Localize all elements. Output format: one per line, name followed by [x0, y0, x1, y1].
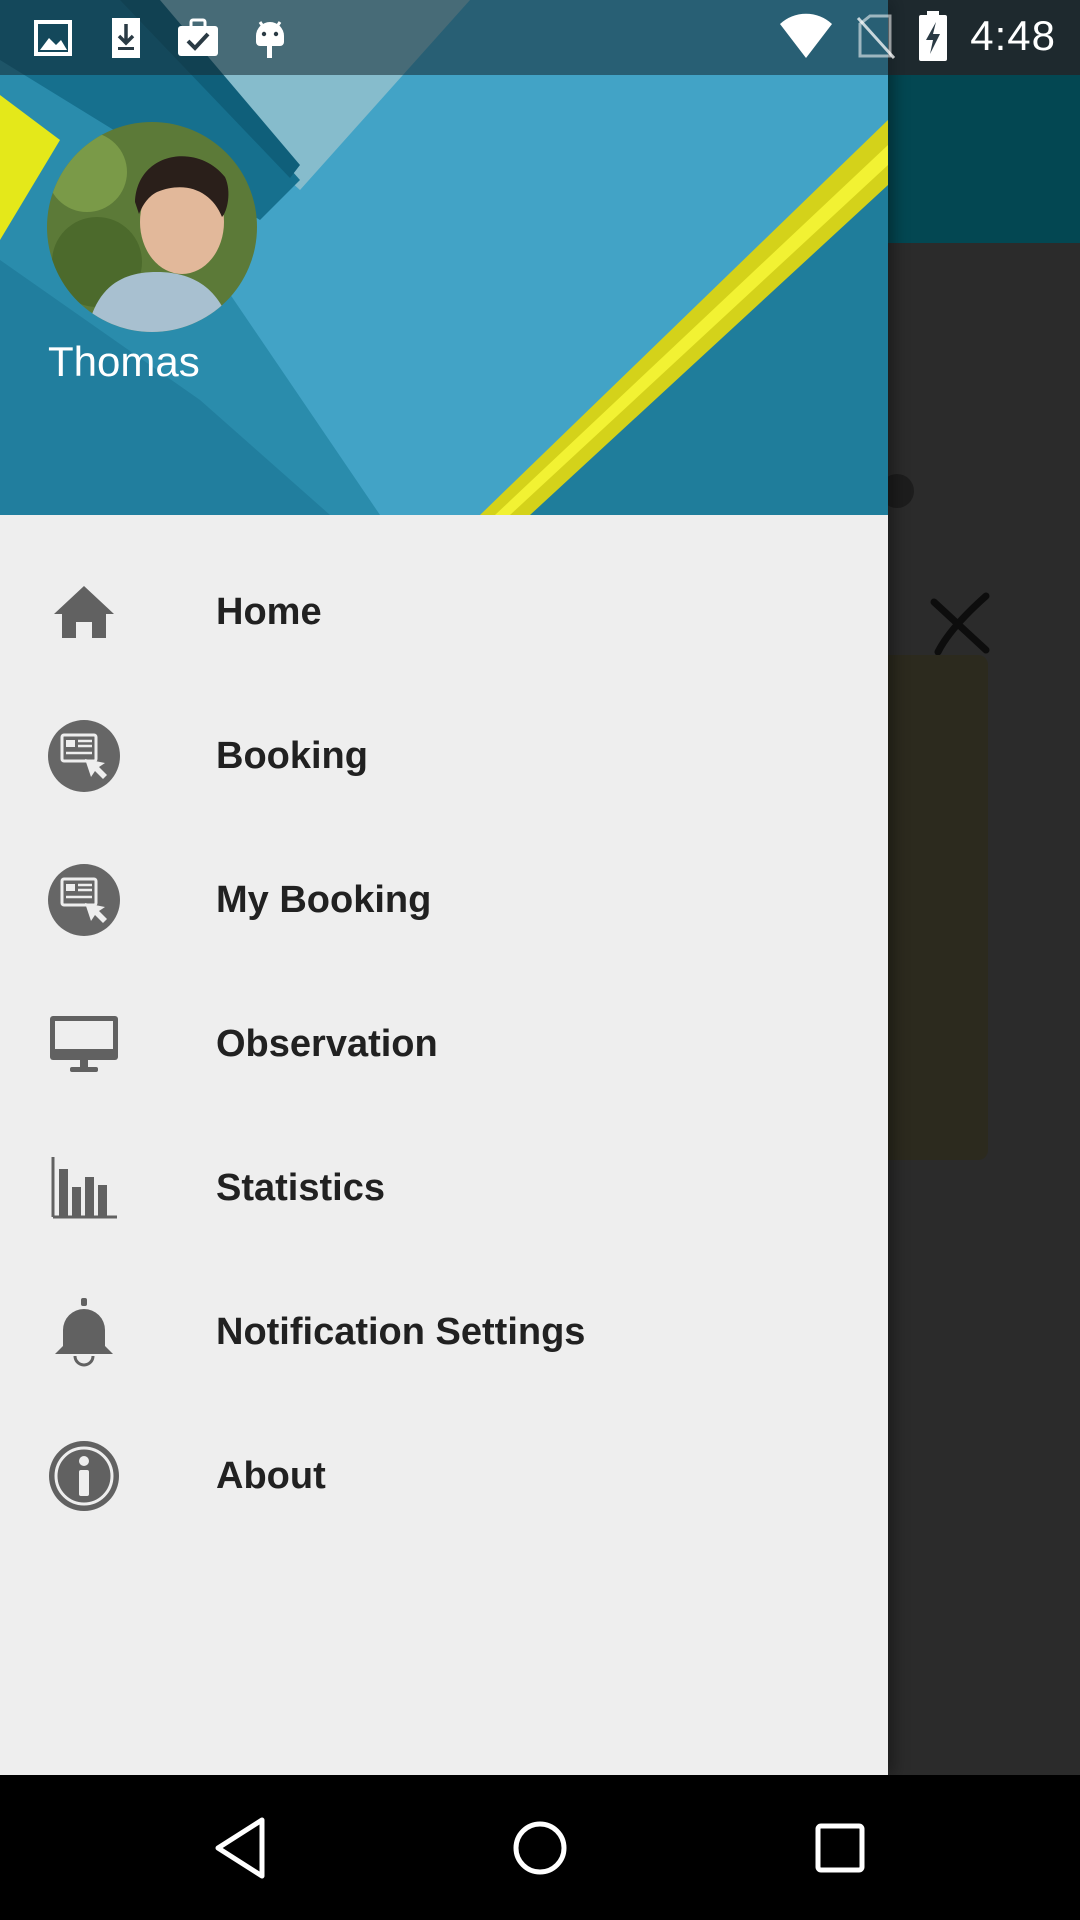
- home-button[interactable]: [495, 1803, 585, 1893]
- menu-item-label: Home: [216, 590, 322, 633]
- status-bar: 4:48: [0, 0, 1080, 75]
- home-circle-icon: [513, 1821, 567, 1875]
- menu-item-label: Notification Settings: [216, 1310, 586, 1353]
- back-icon: [215, 1817, 265, 1879]
- menu-item-notification-settings[interactable]: Notification Settings: [0, 1260, 888, 1404]
- menu-item-label: Observation: [216, 1022, 438, 1065]
- android-icon: [256, 21, 284, 58]
- clipboard-check-icon: [178, 18, 218, 56]
- back-button[interactable]: [195, 1803, 285, 1893]
- drawer-header: Thomas: [0, 0, 888, 515]
- menu-item-label: Statistics: [216, 1166, 385, 1209]
- menu-item-label: My Booking: [216, 878, 432, 921]
- navigation-drawer: Thomas Home Booking My Booking Observati…: [0, 0, 888, 1775]
- menu-item-my-booking[interactable]: My Booking: [0, 828, 888, 972]
- menu-item-label: Booking: [216, 734, 368, 777]
- user-name: Thomas: [48, 338, 200, 385]
- monitor-icon: [47, 1007, 121, 1081]
- menu-item-label: About: [216, 1454, 326, 1497]
- recents-icon: [815, 1823, 865, 1873]
- image-icon: [34, 20, 72, 56]
- notification-icons: [32, 14, 292, 62]
- no-sim-icon: [857, 14, 896, 60]
- download-icon: [112, 18, 140, 58]
- menu-item-statistics[interactable]: Statistics: [0, 1116, 888, 1260]
- menu-item-about[interactable]: About: [0, 1404, 888, 1548]
- bar-chart-icon: [47, 1151, 121, 1225]
- menu-item-observation[interactable]: Observation: [0, 972, 888, 1116]
- drawer-menu: Home Booking My Booking Observation Stat…: [0, 540, 888, 1548]
- navigation-bar: [0, 1775, 1080, 1920]
- clock: 4:48: [970, 12, 1056, 59]
- bell-icon: [47, 1295, 121, 1369]
- recents-button[interactable]: [795, 1803, 885, 1893]
- booking-icon: [47, 863, 121, 937]
- menu-item-home[interactable]: Home: [0, 540, 888, 684]
- system-status: 4:48: [778, 10, 1056, 62]
- user-avatar[interactable]: [47, 122, 257, 332]
- menu-item-booking[interactable]: Booking: [0, 684, 888, 828]
- avatar-photo: [47, 122, 257, 332]
- close-icon[interactable]: [928, 592, 992, 656]
- wifi-icon: [780, 13, 833, 58]
- booking-icon: [47, 719, 121, 793]
- home-icon: [47, 575, 121, 649]
- info-icon: [47, 1439, 121, 1513]
- battery-charging-icon: [919, 11, 948, 61]
